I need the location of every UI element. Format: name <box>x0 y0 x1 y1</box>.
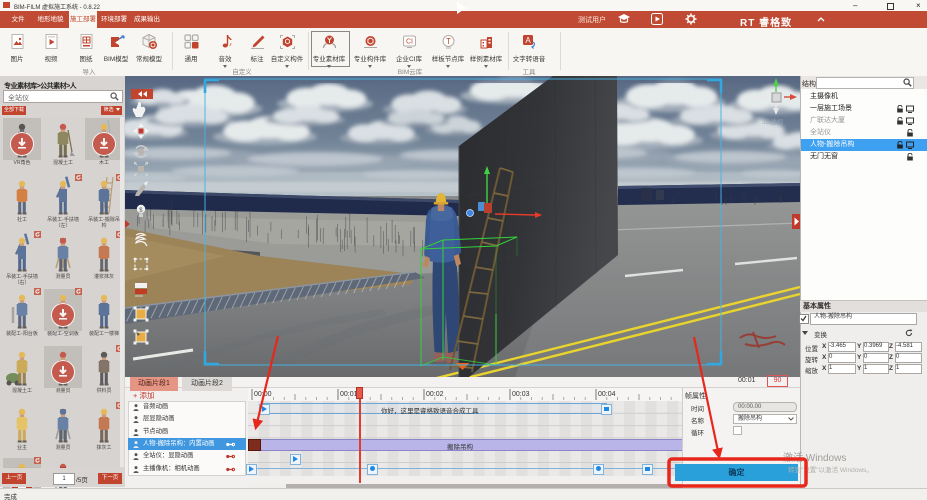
svg-text:00:03: 00:03 <box>512 391 530 398</box>
svg-text:00:01: 00:01 <box>340 391 358 398</box>
svg-text:CI: CI <box>406 39 413 46</box>
svg-text:3D透视: 3D透视 <box>762 117 784 126</box>
svg-text:A: A <box>525 36 531 45</box>
svg-text:T: T <box>446 37 451 46</box>
svg-text:00:02: 00:02 <box>426 391 444 398</box>
svg-text:00:00: 00:00 <box>254 391 272 398</box>
svg-text:00:04: 00:04 <box>598 391 616 398</box>
